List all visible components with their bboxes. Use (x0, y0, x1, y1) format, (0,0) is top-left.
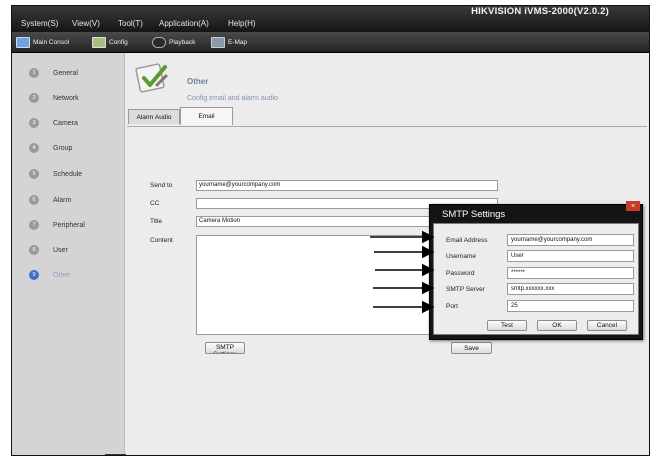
email-address-field[interactable]: yourname@yourcompany.com (507, 234, 634, 246)
password-label: Password (446, 270, 475, 277)
email-address-label: Email Address (446, 237, 488, 244)
port-field[interactable]: 25 (507, 300, 634, 312)
sidebar-item-label: Peripheral (53, 221, 85, 229)
emap-icon (211, 37, 225, 48)
sidebar-item-label: Camera (53, 119, 78, 127)
emap-button[interactable]: E-Map (211, 34, 247, 51)
sidebar-item-label: Network (53, 94, 79, 102)
number-badge: 3 (29, 118, 39, 128)
menu-help[interactable]: Help(H) (228, 19, 256, 28)
port-label: Port (446, 303, 458, 310)
config-sidebar: 1 General 2 Network 3 Camera 4 Group 5 S… (12, 53, 207, 455)
menu-system[interactable]: System(S) (21, 19, 58, 28)
ok-button[interactable]: OK (537, 320, 577, 331)
number-badge: 5 (29, 169, 39, 179)
number-badge: 7 (29, 220, 39, 230)
toolbar: Main Consol Config Playback E-Map (12, 32, 649, 53)
sidebar-item-label: Other (53, 271, 71, 279)
config-icon (92, 37, 106, 48)
sidebar-item-camera[interactable]: 3 Camera (29, 116, 78, 130)
sidebar-item-peripheral[interactable]: 7 Peripheral (29, 218, 85, 232)
password-field[interactable]: ****** (507, 267, 634, 279)
settings-check-icon (135, 63, 168, 93)
playback-icon (152, 37, 166, 48)
smtp-settings-button[interactable]: SMTP Settings (205, 342, 245, 354)
dialog-body: Email Address yourname@yourcompany.com U… (433, 223, 639, 335)
sidebar-item-group[interactable]: 4 Group (29, 141, 72, 155)
cc-label: CC (150, 200, 160, 207)
sidebar-item-user[interactable]: 8 User (29, 243, 68, 257)
main-console-button[interactable]: Main Consol (16, 34, 69, 51)
emap-label: E-Map (228, 39, 248, 46)
number-badge: 6 (29, 195, 39, 205)
number-badge: 1 (29, 68, 39, 78)
number-badge: 9 (29, 270, 39, 280)
number-badge: 4 (29, 143, 39, 153)
menu-tool[interactable]: Tool(T) (118, 19, 143, 28)
tab-underline (127, 126, 647, 127)
playback-button[interactable]: Playback (152, 34, 195, 51)
monitor-icon (16, 37, 30, 48)
number-badge: 8 (29, 245, 39, 255)
sidebar-item-label: Group (53, 144, 73, 152)
tab-email[interactable]: Email (180, 107, 233, 125)
username-label: Username (446, 253, 476, 260)
smtp-server-field[interactable]: smtp.xxxxxx.xxx (507, 283, 634, 295)
app-title: HIKVISION iVMS-2000(V2.0.2) (471, 6, 609, 17)
sidebar-item-label: General (53, 69, 78, 77)
send-to-input[interactable]: yourname@yourcompany.com (196, 180, 498, 191)
sidebar-item-label: Schedule (53, 170, 83, 178)
menu-bar: System(S) View(V) Tool(T) Application(A)… (12, 6, 649, 32)
sidebar-item-label: User (53, 246, 68, 254)
sidebar-item-schedule[interactable]: 5 Schedule (29, 167, 82, 181)
smtp-settings-dialog: SMTP Settings × Email Address yourname@y… (429, 201, 643, 340)
number-badge: 2 (29, 93, 39, 103)
playback-label: Playback (169, 39, 196, 46)
app-window: System(S) View(V) Tool(T) Application(A)… (11, 5, 650, 456)
sidebar-item-alarm[interactable]: 6 Alarm (29, 193, 71, 207)
main-console-label: Main Consol (33, 39, 70, 46)
save-button[interactable]: Save (451, 342, 492, 354)
sidebar-item-other[interactable]: 9 Other (29, 268, 71, 282)
cancel-button[interactable]: Cancel (587, 320, 627, 331)
smtp-server-label: SMTP Server (446, 286, 485, 293)
tab-alarm-audio[interactable]: Alarm Audio (128, 109, 180, 124)
config-button[interactable]: Config (92, 34, 128, 51)
sidebar-item-general[interactable]: 1 General (29, 66, 78, 80)
page-subtitle: Config email and alarm audio (187, 95, 279, 102)
sidebar-item-label: Alarm (53, 196, 72, 204)
close-icon[interactable]: × (626, 201, 640, 211)
menu-view[interactable]: View(V) (72, 19, 100, 28)
dialog-title: SMTP Settings (442, 209, 506, 220)
content-label: Content (150, 237, 173, 244)
test-button[interactable]: Test (487, 320, 527, 331)
page-title: Other (187, 77, 209, 86)
config-label: Config (109, 39, 128, 46)
title-label: Title (150, 218, 163, 225)
menu-application[interactable]: Application(A) (159, 19, 209, 28)
username-field[interactable]: User (507, 250, 634, 262)
send-to-label: Send to (150, 182, 173, 189)
sidebar-item-network[interactable]: 2 Network (29, 91, 79, 105)
